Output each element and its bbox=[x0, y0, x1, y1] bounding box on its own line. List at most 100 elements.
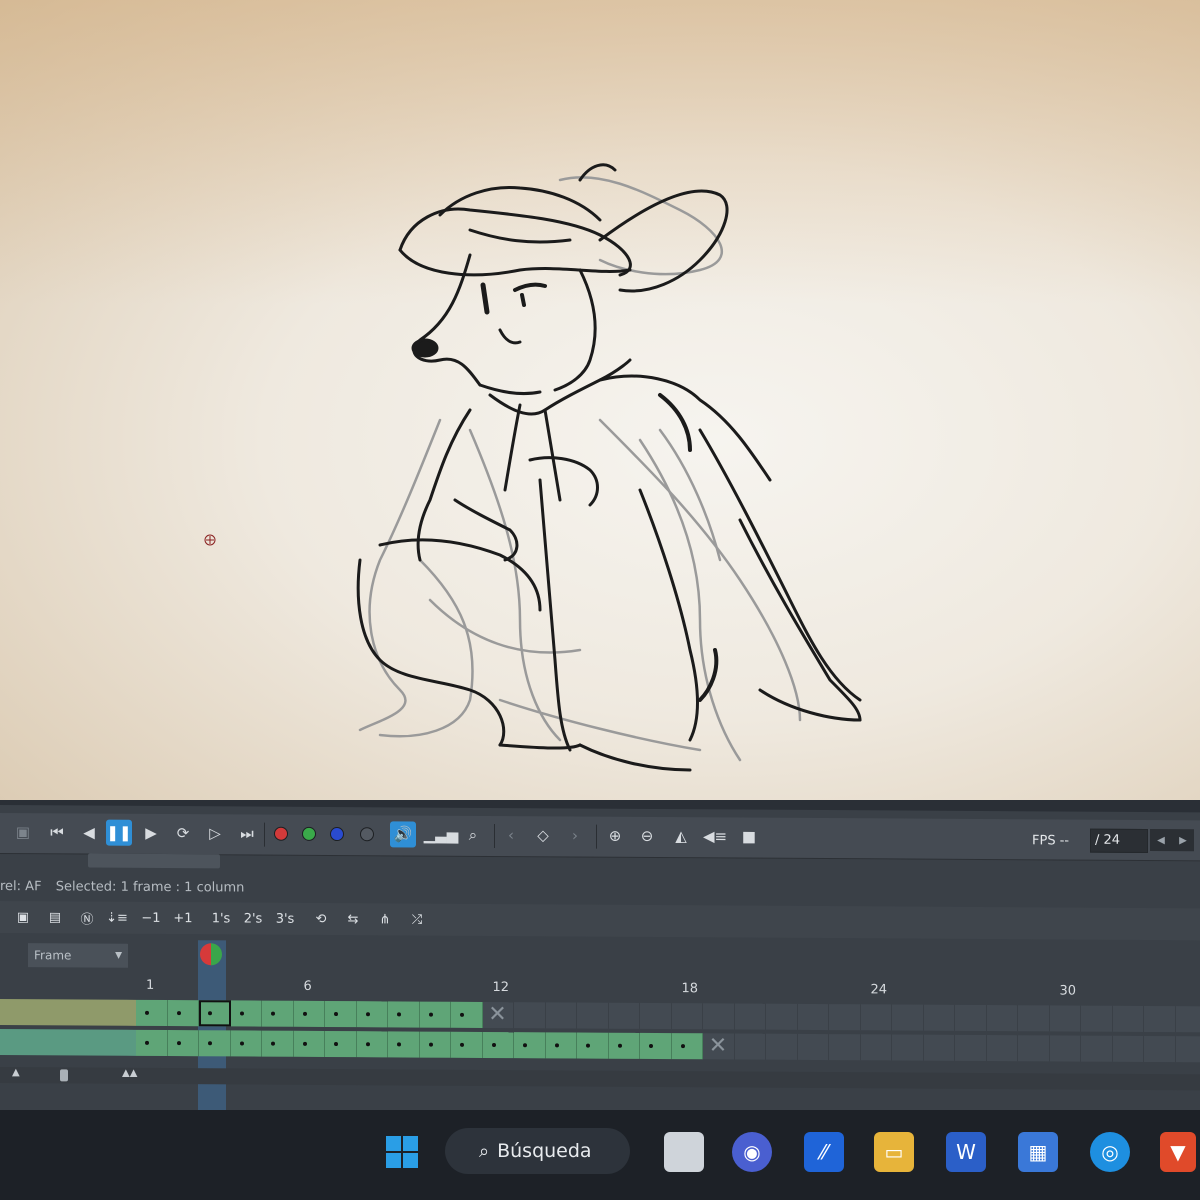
frame-cell[interactable] bbox=[293, 1030, 325, 1057]
windows-start-icon[interactable] bbox=[382, 1132, 422, 1172]
frame-cell[interactable] bbox=[136, 999, 168, 1027]
frame-cell[interactable] bbox=[640, 1002, 672, 1030]
frame-cell[interactable] bbox=[388, 1001, 420, 1028]
frame-cell[interactable] bbox=[1112, 1035, 1144, 1062]
frame-cell[interactable] bbox=[955, 1034, 987, 1062]
frame-cell[interactable] bbox=[262, 1030, 294, 1057]
frame-cell[interactable] bbox=[167, 1000, 199, 1027]
zoom-large-icon[interactable]: ▲▲ bbox=[122, 1068, 137, 1079]
loop-icon[interactable]: ⟳ bbox=[170, 820, 196, 846]
fps-stepper[interactable]: ◀ ▶ bbox=[1150, 829, 1194, 852]
word-icon[interactable]: W bbox=[946, 1132, 986, 1172]
frame-cell[interactable] bbox=[829, 1034, 861, 1061]
shuffle-icon[interactable]: ⤮ bbox=[406, 907, 428, 931]
flip-icon[interactable]: ◭ bbox=[668, 823, 694, 849]
frame-cell[interactable] bbox=[482, 1031, 514, 1059]
frame-cell[interactable] bbox=[892, 1004, 924, 1031]
animation-app-icon[interactable]: ⁄⁄ bbox=[804, 1132, 844, 1172]
pause-icon[interactable]: ❚❚ bbox=[106, 819, 132, 846]
frame-cell[interactable] bbox=[797, 1033, 829, 1061]
frame-cell[interactable] bbox=[419, 1001, 451, 1028]
file-explorer-icon[interactable]: ▭ bbox=[874, 1132, 914, 1172]
frame-cell[interactable] bbox=[986, 1005, 1018, 1032]
minus-one-button[interactable]: −1 bbox=[140, 906, 162, 930]
plus-one-button[interactable]: +1 bbox=[172, 906, 194, 930]
frame-cell[interactable] bbox=[230, 1030, 262, 1057]
new-vector-icon[interactable]: Ⓝ bbox=[76, 905, 98, 929]
frame-cell[interactable] bbox=[325, 1000, 357, 1028]
frame-cell[interactable] bbox=[356, 1001, 388, 1028]
blue-channel-icon[interactable] bbox=[324, 821, 350, 847]
frame-cell[interactable] bbox=[545, 1032, 577, 1059]
chevron-left-icon[interactable]: ◀ bbox=[1157, 835, 1165, 846]
frame-cell[interactable] bbox=[451, 1031, 483, 1058]
frame-cell[interactable] bbox=[1018, 1035, 1050, 1062]
taskbar-search[interactable]: ⌕ Búsqueda bbox=[445, 1128, 630, 1174]
track-header[interactable] bbox=[0, 999, 136, 1026]
frame-cell[interactable] bbox=[199, 1030, 231, 1057]
next-frame-icon[interactable]: ▷ bbox=[202, 820, 228, 846]
zoom-out-icon[interactable]: ⊖ bbox=[634, 823, 660, 849]
frame-cell[interactable] bbox=[1081, 1035, 1113, 1062]
duplicate-icon[interactable]: ▤ bbox=[44, 905, 66, 929]
histogram-icon[interactable]: ▁▃▅ bbox=[424, 822, 459, 848]
frame-cell[interactable] bbox=[451, 1001, 483, 1028]
frame-cell[interactable] bbox=[419, 1031, 451, 1058]
alpha-channel-icon[interactable] bbox=[354, 821, 380, 847]
frame-cell[interactable] bbox=[1144, 1035, 1176, 1063]
zoom-slider[interactable] bbox=[60, 1069, 68, 1082]
twos-button[interactable]: 2's bbox=[242, 906, 264, 930]
frame-cell[interactable] bbox=[1144, 1005, 1176, 1033]
frame-cell[interactable] bbox=[1112, 1005, 1144, 1032]
new-level-icon[interactable]: ▣ bbox=[12, 905, 34, 929]
volume-icon[interactable]: ◀≡ bbox=[702, 823, 728, 849]
frame-cell[interactable] bbox=[671, 1033, 703, 1060]
frame-cell[interactable] bbox=[262, 1000, 294, 1027]
track-row[interactable]: ✕ bbox=[0, 1029, 1200, 1063]
zoom-small-icon[interactable]: ▲ bbox=[12, 1067, 20, 1078]
frame-cell[interactable] bbox=[608, 1032, 640, 1059]
toolbar-scrollbar[interactable] bbox=[88, 853, 220, 869]
fps-field[interactable]: / 24 bbox=[1090, 828, 1148, 854]
frame-cell[interactable] bbox=[167, 1030, 199, 1057]
zoom-in-icon[interactable]: ⊕ bbox=[602, 823, 628, 849]
next-key-icon[interactable]: › bbox=[562, 822, 588, 848]
sound-icon[interactable]: 🔊 bbox=[390, 821, 416, 848]
frame-cell[interactable] bbox=[230, 1000, 262, 1027]
frame-cell[interactable] bbox=[955, 1004, 987, 1032]
key-icon[interactable]: ◇ bbox=[530, 822, 556, 848]
frame-cell[interactable] bbox=[923, 1004, 955, 1031]
frame-cell[interactable] bbox=[608, 1002, 640, 1029]
frame-cell[interactable] bbox=[356, 1031, 388, 1058]
frame-cell[interactable] bbox=[734, 1003, 766, 1030]
frame-cell[interactable] bbox=[1081, 1005, 1113, 1032]
task-view-icon[interactable] bbox=[664, 1132, 704, 1172]
swing-icon[interactable]: ⇆ bbox=[342, 907, 364, 931]
drawing-canvas[interactable] bbox=[0, 0, 1200, 800]
reframe-icon[interactable]: ⇣≡ bbox=[106, 906, 128, 930]
onion-skin-toggle[interactable] bbox=[200, 943, 222, 966]
frame-cell[interactable] bbox=[1049, 1035, 1081, 1062]
play-icon[interactable]: ▶ bbox=[138, 820, 164, 846]
frame-cell[interactable] bbox=[766, 1033, 798, 1060]
frame-cell[interactable] bbox=[514, 1032, 546, 1059]
random-icon[interactable]: ⋔ bbox=[374, 907, 396, 931]
frame-cell[interactable] bbox=[514, 1002, 546, 1029]
frame-cell[interactable] bbox=[577, 1032, 609, 1059]
frame-cell[interactable] bbox=[923, 1034, 955, 1061]
frame-cell[interactable] bbox=[199, 1000, 231, 1027]
frame-cell[interactable] bbox=[986, 1035, 1018, 1062]
ones-button[interactable]: 1's bbox=[210, 906, 232, 930]
frame-cell[interactable] bbox=[734, 1033, 766, 1060]
frame-cell[interactable] bbox=[1175, 1006, 1200, 1033]
frame-cell[interactable] bbox=[640, 1032, 672, 1060]
frame-cell[interactable] bbox=[577, 1002, 609, 1029]
zoom-icon[interactable]: ⌕ bbox=[460, 822, 486, 848]
chat-icon[interactable]: ◉ bbox=[732, 1132, 772, 1172]
frame-cell[interactable] bbox=[1049, 1005, 1081, 1032]
frame-cell[interactable] bbox=[766, 1003, 798, 1030]
threes-button[interactable]: 3's bbox=[274, 907, 296, 931]
frame-cell[interactable] bbox=[1175, 1036, 1200, 1063]
chevron-right-icon[interactable]: ▶ bbox=[1179, 835, 1187, 846]
reverse-icon[interactable]: ⟲ bbox=[310, 907, 332, 931]
